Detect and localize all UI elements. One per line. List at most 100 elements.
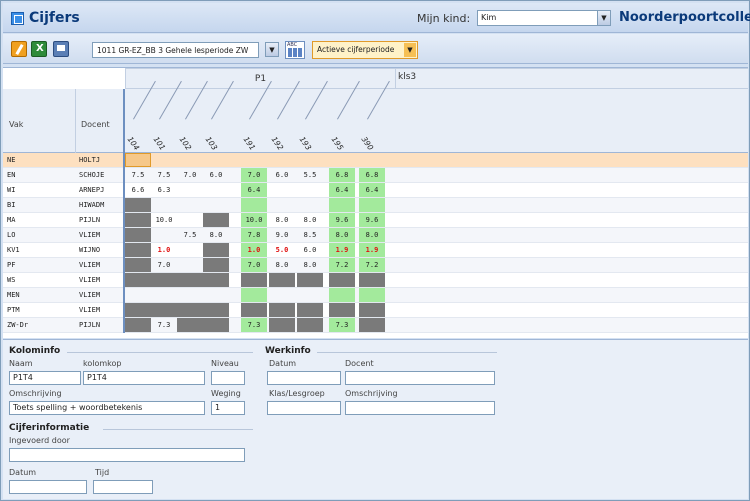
grade-cell[interactable]: 7.2 xyxy=(329,258,355,272)
grade-cell[interactable] xyxy=(203,318,229,332)
grade-cell[interactable]: 7.3 xyxy=(241,318,267,332)
grade-cell[interactable] xyxy=(269,153,295,167)
ingevoerd-field[interactable] xyxy=(9,448,245,462)
grade-cell[interactable] xyxy=(177,213,203,227)
table-row[interactable]: LO VLIEM 7.5 8.0 7.8 9.0 8.5 8.0 8.0 xyxy=(3,228,748,243)
grade-cell[interactable]: 8.0 xyxy=(297,213,323,227)
grade-cell[interactable]: 6.0 xyxy=(203,168,229,182)
grade-cell[interactable]: 9.0 xyxy=(269,228,295,242)
grade-cell[interactable] xyxy=(297,153,323,167)
column-header[interactable]: 103 xyxy=(203,80,234,153)
abc-grid-icon[interactable]: ABC xyxy=(285,41,305,59)
column-header[interactable]: 195 xyxy=(329,80,360,153)
grade-cell[interactable] xyxy=(329,153,355,167)
table-row[interactable]: ZW-Dr PIJLN 7.3 7.3 7.3 xyxy=(3,318,748,333)
table-row[interactable]: PTM VLIEM xyxy=(3,303,748,318)
column-header[interactable]: 193 xyxy=(297,80,328,153)
grade-cell[interactable]: 1.0 xyxy=(241,243,267,257)
grade-cell[interactable]: 7.8 xyxy=(241,228,267,242)
grade-cell[interactable] xyxy=(151,153,177,167)
niveau-field[interactable] xyxy=(211,371,245,385)
grade-cell[interactable] xyxy=(177,183,203,197)
grade-cell[interactable]: 7.0 xyxy=(151,258,177,272)
grade-cell[interactable] xyxy=(177,258,203,272)
grade-cell[interactable] xyxy=(151,303,177,317)
grade-cell[interactable] xyxy=(297,198,323,212)
grade-cell[interactable] xyxy=(125,228,151,242)
grade-cell[interactable]: 7.3 xyxy=(151,318,177,332)
grade-cell[interactable] xyxy=(177,303,203,317)
grade-cell[interactable] xyxy=(359,273,385,287)
naam-field[interactable]: P1T4 xyxy=(9,371,81,385)
table-row[interactable]: WS VLIEM xyxy=(3,273,748,288)
grade-cell[interactable]: 6.6 xyxy=(125,183,151,197)
column-header[interactable]: 191 xyxy=(241,80,272,153)
edit-icon[interactable] xyxy=(11,41,27,57)
grade-cell[interactable] xyxy=(359,303,385,317)
grade-cell[interactable] xyxy=(203,303,229,317)
grade-cell[interactable]: 6.4 xyxy=(329,183,355,197)
grade-cell[interactable] xyxy=(177,243,203,257)
grade-cell[interactable] xyxy=(329,303,355,317)
grade-cell[interactable] xyxy=(151,198,177,212)
grade-cell[interactable] xyxy=(269,288,295,302)
grade-cell[interactable]: 6.4 xyxy=(241,183,267,197)
grade-cell[interactable] xyxy=(125,303,151,317)
grade-cell[interactable] xyxy=(151,228,177,242)
grade-cell[interactable] xyxy=(269,303,295,317)
grade-cell[interactable]: 8.0 xyxy=(297,258,323,272)
grade-cell[interactable] xyxy=(241,303,267,317)
weging-field[interactable]: 1 xyxy=(211,401,245,415)
grade-cell[interactable]: 6.0 xyxy=(269,168,295,182)
grade-cell[interactable] xyxy=(297,183,323,197)
child-select[interactable]: Kim ▼ xyxy=(477,10,611,26)
table-row[interactable]: MEN VLIEM xyxy=(3,288,748,303)
table-row[interactable]: WI ARNEPJ 6.6 6.3 6.4 6.4 6.4 xyxy=(3,183,748,198)
grade-cell[interactable] xyxy=(297,288,323,302)
grade-cell[interactable] xyxy=(203,198,229,212)
grade-cell[interactable] xyxy=(359,198,385,212)
grade-cell[interactable]: 8.0 xyxy=(269,258,295,272)
grade-cell[interactable] xyxy=(151,273,177,287)
grade-cell[interactable] xyxy=(329,273,355,287)
column-header[interactable]: 390 xyxy=(359,80,390,153)
grade-cell[interactable] xyxy=(329,198,355,212)
group-chevron-down-icon[interactable]: ▼ xyxy=(265,42,279,57)
grade-cell[interactable]: 8.0 xyxy=(203,228,229,242)
grade-cell[interactable] xyxy=(177,288,203,302)
chevron-down-icon[interactable]: ▼ xyxy=(597,11,610,25)
klas-field[interactable] xyxy=(267,401,341,415)
grade-cell[interactable] xyxy=(125,288,151,302)
grade-cell[interactable]: 9.6 xyxy=(329,213,355,227)
grade-cell[interactable]: 5.5 xyxy=(297,168,323,182)
table-row[interactable]: PF VLIEM 7.0 7.0 8.0 8.0 7.2 7.2 xyxy=(3,258,748,273)
grade-cell[interactable] xyxy=(359,318,385,332)
werk-omschrijving-field[interactable] xyxy=(345,401,495,415)
grade-cell[interactable] xyxy=(125,153,151,167)
grade-cell[interactable] xyxy=(177,198,203,212)
grade-cell[interactable]: 8.0 xyxy=(329,228,355,242)
grade-cell[interactable]: 7.2 xyxy=(359,258,385,272)
grade-cell[interactable]: 1.0 xyxy=(151,243,177,257)
grade-cell[interactable] xyxy=(203,183,229,197)
grade-cell[interactable]: 1.9 xyxy=(359,243,385,257)
grade-cell[interactable]: 6.4 xyxy=(359,183,385,197)
grade-cell[interactable]: 7.0 xyxy=(241,258,267,272)
grade-cell[interactable] xyxy=(269,183,295,197)
grade-cell[interactable] xyxy=(297,318,323,332)
period-select[interactable]: Actieve cijferperiode ▼ xyxy=(312,41,418,59)
grade-cell[interactable]: 8.5 xyxy=(297,228,323,242)
grade-cell[interactable] xyxy=(297,303,323,317)
excel-export-icon[interactable] xyxy=(31,41,47,57)
grade-cell[interactable]: 9.6 xyxy=(359,213,385,227)
grade-cell[interactable] xyxy=(177,318,203,332)
werk-datum-field[interactable] xyxy=(267,371,341,385)
table-row[interactable]: NE HOLTJ xyxy=(3,153,748,168)
grade-cell[interactable]: 1.9 xyxy=(329,243,355,257)
grade-cell[interactable] xyxy=(125,213,151,227)
period-chevron-down-icon[interactable]: ▼ xyxy=(404,43,416,57)
grade-cell[interactable] xyxy=(203,213,229,227)
grade-cell[interactable] xyxy=(125,243,151,257)
table-row[interactable]: EN SCHOJE 7.5 7.5 7.0 6.0 7.0 6.0 5.5 6.8 6.8 xyxy=(3,168,748,183)
grade-cell[interactable]: 10.0 xyxy=(241,213,267,227)
